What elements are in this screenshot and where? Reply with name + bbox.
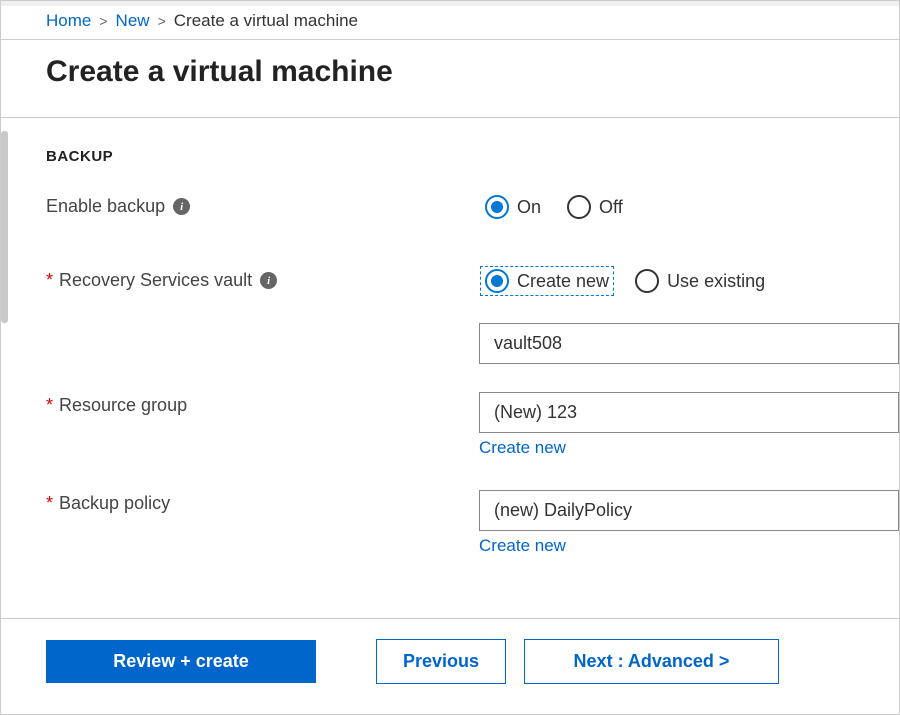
recovery-vault-label: Recovery Services vault	[59, 270, 252, 291]
info-icon[interactable]: i	[260, 272, 277, 289]
radio-icon	[635, 269, 659, 293]
required-indicator: *	[46, 493, 53, 514]
backup-policy-label: Backup policy	[59, 493, 170, 514]
resource-group-create-new-link[interactable]: Create new	[479, 438, 566, 458]
chevron-right-icon: >	[99, 13, 107, 29]
backup-policy-row: * Backup policy Create new	[46, 490, 899, 556]
recovery-vault-radio-group: Create new Use existing	[481, 267, 899, 295]
info-icon[interactable]: i	[173, 198, 190, 215]
recovery-vault-row: * Recovery Services vault i Create new U…	[46, 267, 899, 295]
recovery-vault-controls: Create new Use existing	[481, 267, 899, 295]
review-create-button[interactable]: Review + create	[46, 640, 316, 683]
recovery-vault-use-existing-radio[interactable]: Use existing	[631, 267, 769, 295]
radio-label: Create new	[517, 271, 609, 292]
radio-label: On	[517, 197, 541, 218]
resource-group-input[interactable]	[479, 392, 899, 433]
enable-backup-radio-group: On Off	[481, 193, 899, 221]
footer: Review + create Previous Next : Advanced…	[1, 614, 899, 714]
top-bar: Home > New > Create a virtual machine	[1, 1, 899, 40]
recovery-vault-label-col: * Recovery Services vault i	[46, 267, 481, 291]
vault-name-control	[479, 323, 899, 364]
previous-button[interactable]: Previous	[376, 639, 506, 684]
backup-section-header: BACKUP	[46, 148, 899, 165]
resource-group-row: * Resource group Create new	[46, 392, 899, 458]
breadcrumb-current: Create a virtual machine	[174, 11, 358, 31]
next-advanced-button[interactable]: Next : Advanced >	[524, 639, 779, 684]
vault-name-input[interactable]	[479, 323, 899, 364]
resource-group-label-col: * Resource group	[46, 392, 479, 416]
backup-policy-create-new-link[interactable]: Create new	[479, 536, 566, 556]
resource-group-control: Create new	[479, 392, 899, 458]
enable-backup-label-col: Enable backup i	[46, 193, 481, 217]
vault-name-spacer	[46, 323, 479, 326]
enable-backup-label: Enable backup	[46, 196, 165, 217]
resource-group-label: Resource group	[59, 395, 187, 416]
footer-nav-buttons: Previous Next : Advanced >	[376, 639, 779, 684]
breadcrumb: Home > New > Create a virtual machine	[1, 6, 899, 39]
required-indicator: *	[46, 270, 53, 291]
radio-label: Use existing	[667, 271, 765, 292]
breadcrumb-home-link[interactable]: Home	[46, 11, 91, 31]
vault-name-row	[46, 323, 899, 364]
recovery-vault-create-new-radio[interactable]: Create new	[481, 267, 613, 295]
enable-backup-on-radio[interactable]: On	[481, 193, 545, 221]
enable-backup-row: Enable backup i On Off	[46, 193, 899, 221]
enable-backup-controls: On Off	[481, 193, 899, 221]
enable-backup-off-radio[interactable]: Off	[563, 193, 627, 221]
radio-icon	[485, 195, 509, 219]
radio-icon	[485, 269, 509, 293]
backup-policy-label-col: * Backup policy	[46, 490, 479, 514]
backup-policy-control: Create new	[479, 490, 899, 556]
scrollbar-thumb[interactable]	[1, 131, 8, 323]
chevron-right-icon: >	[158, 13, 166, 29]
backup-policy-input[interactable]	[479, 490, 899, 531]
radio-label: Off	[599, 197, 623, 218]
form-content: BACKUP Enable backup i On Off * Recove	[1, 118, 899, 556]
page-title: Create a virtual machine	[1, 40, 899, 117]
breadcrumb-new-link[interactable]: New	[116, 11, 150, 31]
required-indicator: *	[46, 395, 53, 416]
radio-icon	[567, 195, 591, 219]
